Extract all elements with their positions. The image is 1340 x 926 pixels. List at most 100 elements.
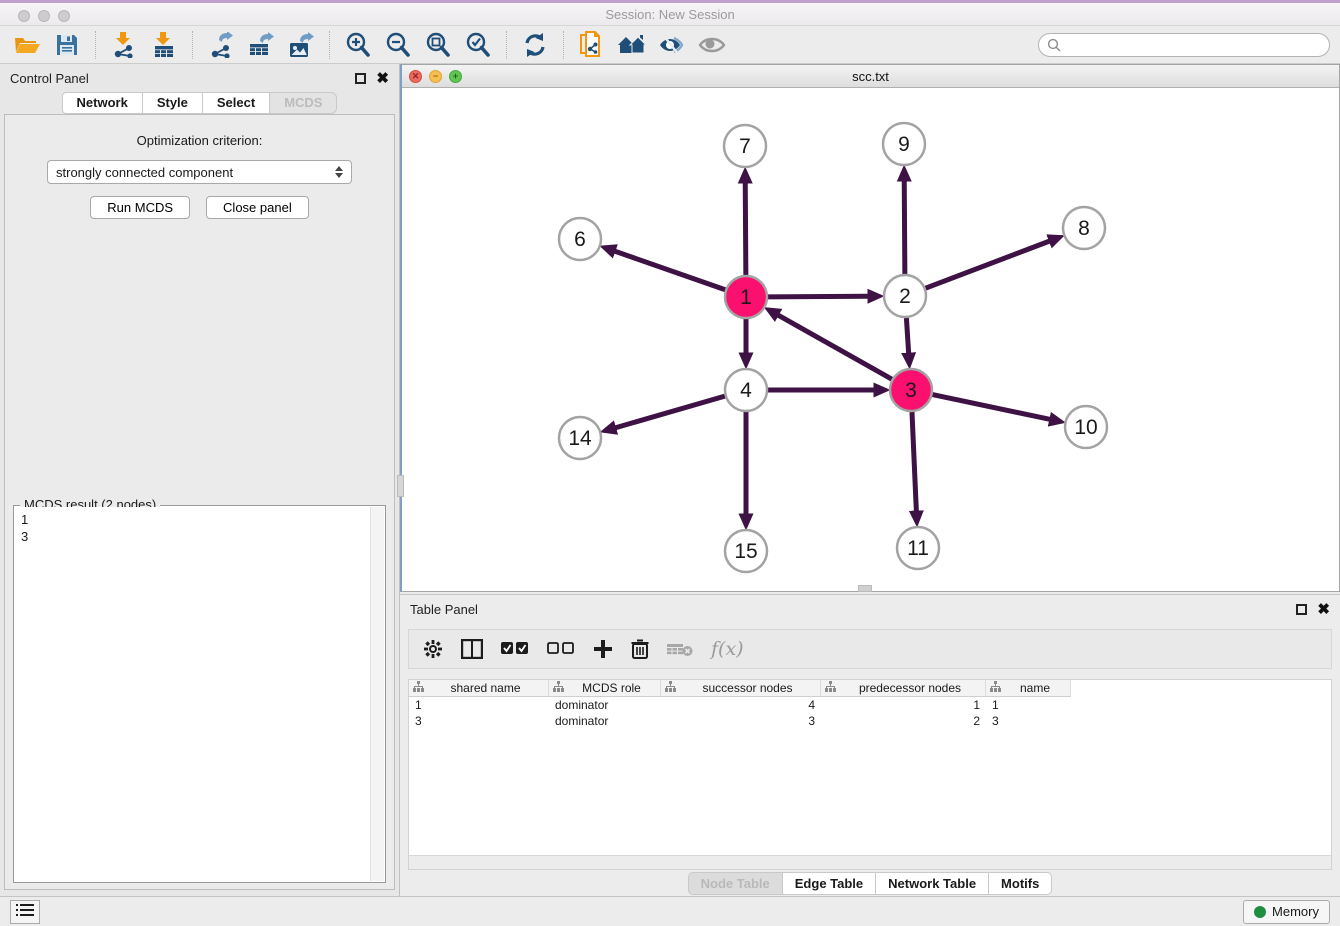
column-header-predecessor-nodes[interactable]: predecessor nodes [821,680,986,697]
close-window-icon[interactable] [18,10,30,22]
minimize-window-icon[interactable] [38,10,50,22]
zoom-selected-button[interactable] [461,29,495,61]
network-close-icon[interactable]: ✕ [409,70,422,83]
select-all-columns-button[interactable] [501,642,529,656]
network-canvas[interactable]: 7 9 6 8 1 2 4 3 14 10 15 11 [402,88,1339,591]
cell-successor-nodes[interactable]: 3 [661,713,821,729]
result-scrollbar[interactable] [370,507,384,881]
cell-name[interactable]: 3 [986,713,1071,729]
column-header-successor-nodes[interactable]: successor nodes [661,680,821,697]
window-controls[interactable] [18,10,70,22]
zoom-in-button[interactable] [341,29,375,61]
edge-1-6[interactable] [615,251,725,290]
delete-column-button[interactable] [631,639,649,659]
criterion-dropdown[interactable]: strongly connected component [47,160,352,184]
memory-button[interactable]: Memory [1243,900,1330,924]
tab-style[interactable]: Style [143,92,203,114]
cell-predecessor-nodes[interactable]: 1 [821,697,986,713]
search-input[interactable] [1066,38,1321,52]
cell-name[interactable]: 1 [986,697,1071,713]
zoom-out-button[interactable] [381,29,415,61]
edge-3-1[interactable] [778,315,892,379]
horizontal-splitter-grip[interactable] [858,585,872,592]
cell-predecessor-nodes[interactable]: 2 [821,713,986,729]
tab-network-table[interactable]: Network Table [876,872,989,895]
node-9[interactable]: 9 [883,123,925,165]
node-6[interactable]: 6 [559,218,601,260]
tab-network[interactable]: Network [62,92,143,114]
tab-select[interactable]: Select [203,92,270,114]
edge-4-14[interactable] [616,396,725,428]
hide-selected-button[interactable] [655,29,689,61]
close-panel-icon[interactable]: ✖ [376,69,389,87]
zoom-window-icon[interactable] [58,10,70,22]
edge-2-3[interactable] [906,318,908,353]
network-window-controls[interactable]: ✕ − + [409,70,462,83]
tab-node-table[interactable]: Node Table [688,872,783,895]
cell-shared-name[interactable]: 1 [409,697,549,713]
node-15[interactable]: 15 [725,530,767,572]
export-image-icon [288,32,314,58]
create-column-button[interactable] [593,639,613,659]
close-table-panel-icon[interactable]: ✖ [1317,600,1330,618]
node-1[interactable]: 1 [725,276,767,318]
table-hscrollbar[interactable] [409,855,1331,869]
unselect-all-columns-button[interactable] [547,642,575,656]
vertical-splitter-grip[interactable] [397,475,404,497]
node-8[interactable]: 8 [1063,207,1105,249]
run-mcds-button[interactable]: Run MCDS [90,196,190,219]
column-header-label: MCDS role [567,681,656,695]
cell-MCDS-role[interactable]: dominator [549,697,661,713]
node-2[interactable]: 2 [884,275,926,317]
column-header-MCDS-role[interactable]: MCDS role [549,680,661,697]
export-table-button[interactable] [244,29,278,61]
column-header-shared-name[interactable]: shared name [409,680,549,697]
node-label: 11 [907,537,929,560]
export-network-button[interactable] [204,29,238,61]
float-panel-icon[interactable] [355,73,366,84]
edge-3-10[interactable] [933,395,1050,420]
network-minimize-icon[interactable]: − [429,70,442,83]
edge-3-11[interactable] [912,412,916,511]
open-session-button[interactable] [10,29,44,61]
edge-2-8[interactable] [926,241,1050,288]
refresh-layout-button[interactable] [518,29,552,61]
tab-motifs[interactable]: Motifs [989,872,1052,895]
show-column-panel-button[interactable] [461,639,483,659]
table-row[interactable]: 1dominator411 [409,697,1331,713]
new-network-button[interactable] [575,29,609,61]
table-row[interactable]: 3dominator323 [409,713,1331,729]
close-panel-button[interactable]: Close panel [206,196,309,219]
save-session-button[interactable] [50,29,84,61]
table-panel-title: Table Panel [410,602,478,617]
column-header-name[interactable]: name [986,680,1071,697]
table-options-button[interactable] [423,639,443,659]
first-neighbors-button[interactable] [615,29,649,61]
node-7[interactable]: 7 [724,125,766,167]
float-table-panel-icon[interactable] [1296,604,1307,615]
import-table-button[interactable] [147,29,181,61]
edge-1-7[interactable] [745,183,746,275]
cell-shared-name[interactable]: 3 [409,713,549,729]
export-image-button[interactable] [284,29,318,61]
node-10[interactable]: 10 [1065,406,1107,448]
cell-successor-nodes[interactable]: 4 [661,697,821,713]
edge-2-9[interactable] [904,181,905,274]
tab-mcds[interactable]: MCDS [270,92,337,114]
network-graph[interactable]: 7 9 6 8 1 2 4 3 14 10 15 11 [402,88,1332,590]
network-maximize-icon[interactable]: + [449,70,462,83]
node-14[interactable]: 14 [559,417,601,459]
node-11[interactable]: 11 [897,527,939,569]
search-field[interactable] [1038,33,1330,57]
node-3[interactable]: 3 [890,369,932,411]
cell-MCDS-role[interactable]: dominator [549,713,661,729]
node-4[interactable]: 4 [725,369,767,411]
zoom-fit-button[interactable] [421,29,455,61]
edge-1-2[interactable] [768,296,868,297]
import-network-button[interactable] [107,29,141,61]
tab-edge-table[interactable]: Edge Table [783,872,876,895]
task-history-button[interactable] [10,900,40,924]
mcds-result-text[interactable]: 13 [15,507,370,881]
network-window-titlebar[interactable]: ✕ − + scc.txt [402,65,1339,88]
show-all-button[interactable] [695,29,729,61]
